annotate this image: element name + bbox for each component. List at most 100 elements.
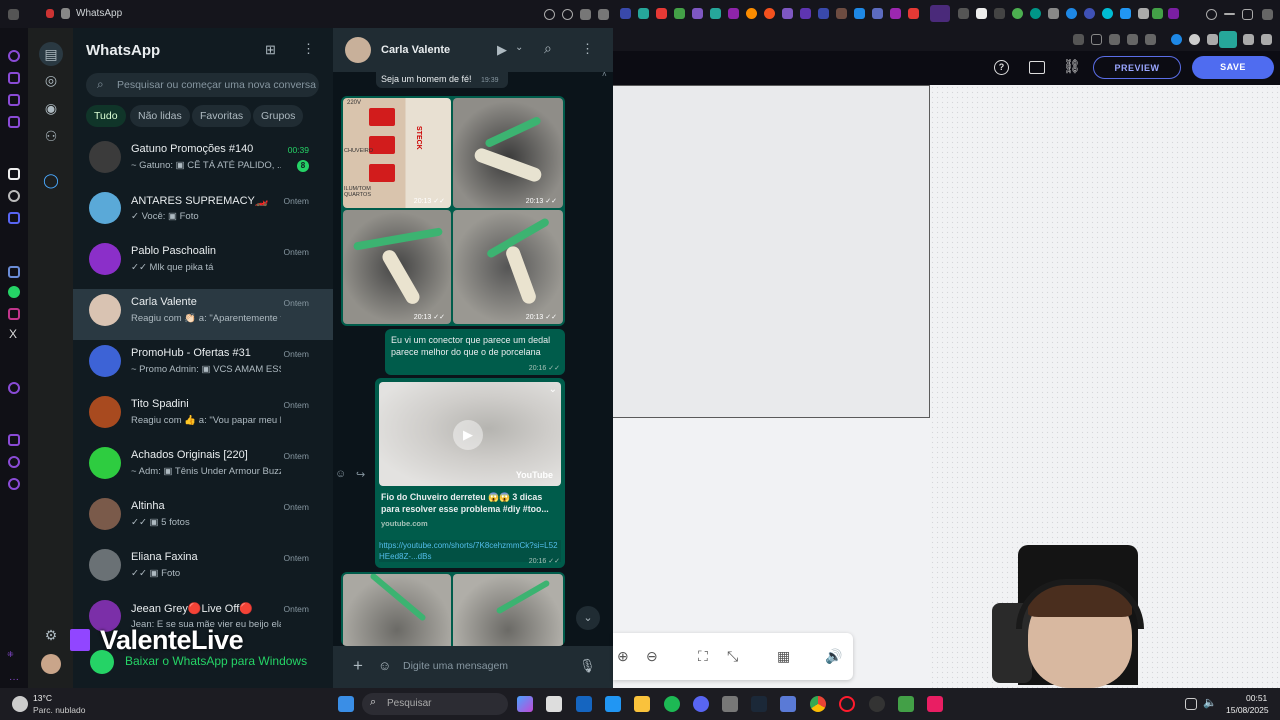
extension-icon[interactable] [1120,8,1131,19]
meta-ai-icon[interactable]: ◯ [42,172,60,188]
browser-tab-title[interactable]: WhatsApp [76,8,122,19]
twitch-extension-icon[interactable] [930,5,950,22]
filter-unread[interactable]: Não lidas [130,105,190,127]
extension-icon[interactable] [1189,34,1200,45]
filter-all[interactable]: Tudo [86,105,126,127]
add-extension-icon[interactable] [1168,8,1179,19]
download-icon[interactable] [1243,34,1254,45]
app-icon[interactable] [927,696,943,712]
extension-icon[interactable] [1066,8,1077,19]
extension-icon[interactable] [958,8,969,19]
volume-icon[interactable]: 🔊 [825,648,842,665]
extension-icon[interactable] [1048,8,1059,19]
extension-icon[interactable] [836,8,847,19]
back-icon[interactable] [8,9,19,20]
messenger-icon[interactable] [8,212,20,224]
preview-screen-icon[interactable] [1029,61,1045,74]
chevron-down-icon[interactable]: ⌄ [549,384,557,395]
chat-avatar[interactable] [89,192,121,224]
emoji-icon[interactable] [562,9,573,20]
screenshot-icon[interactable] [1091,34,1102,45]
image-tile[interactable]: 20:13 ✓✓ [453,210,563,324]
status-icon[interactable]: ◎ [42,72,60,88]
weather-icon[interactable] [12,696,28,712]
chatgpt-icon[interactable] [8,190,20,202]
extension-icon[interactable] [1152,8,1163,19]
extension-icon[interactable] [638,8,649,19]
link-preview-message[interactable]: ▶ YouTube ⌄ Fio do Chuveiro derreteu 😱😱 … [375,378,565,568]
opera-icon[interactable] [839,696,855,712]
steam-icon[interactable] [751,696,767,712]
download-link[interactable]: Baixar o WhatsApp para Windows [90,650,307,674]
player-icon[interactable] [8,382,20,394]
chat-list-item[interactable]: Achados Originais [220] ~ Adm: ▣ Tênis Un… [73,442,333,493]
discord-icon[interactable] [693,696,709,712]
video-thumbnail[interactable]: ▶ YouTube ⌄ [379,382,561,486]
taskbar-search[interactable]: ⌕ Pesquisar [362,693,508,715]
close-icon[interactable] [1262,9,1273,20]
profile-avatar[interactable] [1219,31,1237,48]
zoom-in-icon[interactable]: ⊕ [617,648,629,665]
minimize-icon[interactable] [1224,13,1235,15]
chats-icon[interactable]: ▤ [39,42,63,66]
puzzle-icon[interactable] [1207,34,1218,45]
extension-icon[interactable] [656,8,667,19]
chat-avatar[interactable] [89,141,121,173]
search-input[interactable]: ⌕ Pesquisar ou começar uma nova conversa [86,73,319,97]
menu-icon[interactable]: ⋮ [581,41,594,57]
heart-icon[interactable] [8,434,20,446]
extension-icon[interactable] [908,8,919,19]
chat-avatar[interactable] [89,447,121,479]
message-input[interactable]: Digite uma mensagem [403,660,508,672]
copilot-icon[interactable] [517,696,533,712]
chat-list-item[interactable]: Altinha ✓✓ ▣ 5 fotos Ontem [73,493,333,544]
chevron-down-icon[interactable]: ⌄ [515,42,523,53]
chrome-icon[interactable] [810,696,826,712]
link-icon[interactable]: ⛓ [1063,58,1081,75]
network-icon[interactable] [1185,698,1197,710]
fullscreen-icon[interactable]: ⛶ [698,648,708,665]
chat-avatar[interactable] [89,345,121,377]
more-icon[interactable]: ··· [9,674,19,685]
history-icon[interactable] [8,456,20,468]
obs-icon[interactable] [869,696,885,712]
extension-icon[interactable] [674,8,685,19]
menu-icon[interactable] [1261,34,1272,45]
extension-icon[interactable] [782,8,793,19]
grid-icon[interactable]: ▦ [777,648,790,665]
editor-canvas[interactable] [613,85,930,418]
extension-icon[interactable] [1171,34,1182,45]
help-icon[interactable]: ? [994,60,1009,75]
extension-icon[interactable] [976,8,987,19]
heart-icon[interactable] [1145,34,1156,45]
extension-icon[interactable] [872,8,883,19]
conversation-header[interactable]: Carla Valente ▶ ⌄ ⌕ ⋮ [333,28,613,72]
exit-fullscreen-icon[interactable]: ⤡ [727,648,738,665]
store-icon[interactable] [546,696,562,712]
image-tile[interactable]: 20:13 ✓✓ [343,210,451,324]
chat-avatar[interactable] [89,549,121,581]
search-icon[interactable] [1206,9,1217,20]
chat-avatar[interactable] [89,294,121,326]
sidebar-app-icon[interactable] [8,116,20,128]
maximize-icon[interactable] [1242,9,1253,20]
profile-avatar[interactable] [41,654,61,674]
reload-icon[interactable] [544,9,555,20]
chat-list-item[interactable]: Tito Spadini Reagiu com 👍 a: "Vou papar m… [73,391,333,442]
extension-icon[interactable] [1030,8,1041,19]
contact-avatar[interactable] [345,37,371,63]
save-button[interactable]: SAVE [1192,56,1274,79]
communities-icon[interactable]: ⚇ [42,128,60,144]
chat-avatar[interactable] [89,498,121,530]
zoom-out-icon[interactable]: ⊖ [646,648,658,665]
extension-icon[interactable] [854,8,865,19]
forward-icon[interactable]: ↪ [356,468,365,481]
image-tile[interactable] [453,574,563,646]
scroll-down-button[interactable]: ⌄ [576,606,600,630]
extension-icon[interactable] [620,8,631,19]
pin-icon[interactable] [580,9,591,20]
home-icon[interactable] [8,50,20,62]
scroll-up-icon[interactable]: ˄ [602,70,607,80]
contact-name[interactable]: Carla Valente [381,44,450,56]
filter-groups[interactable]: Grupos [253,105,304,127]
